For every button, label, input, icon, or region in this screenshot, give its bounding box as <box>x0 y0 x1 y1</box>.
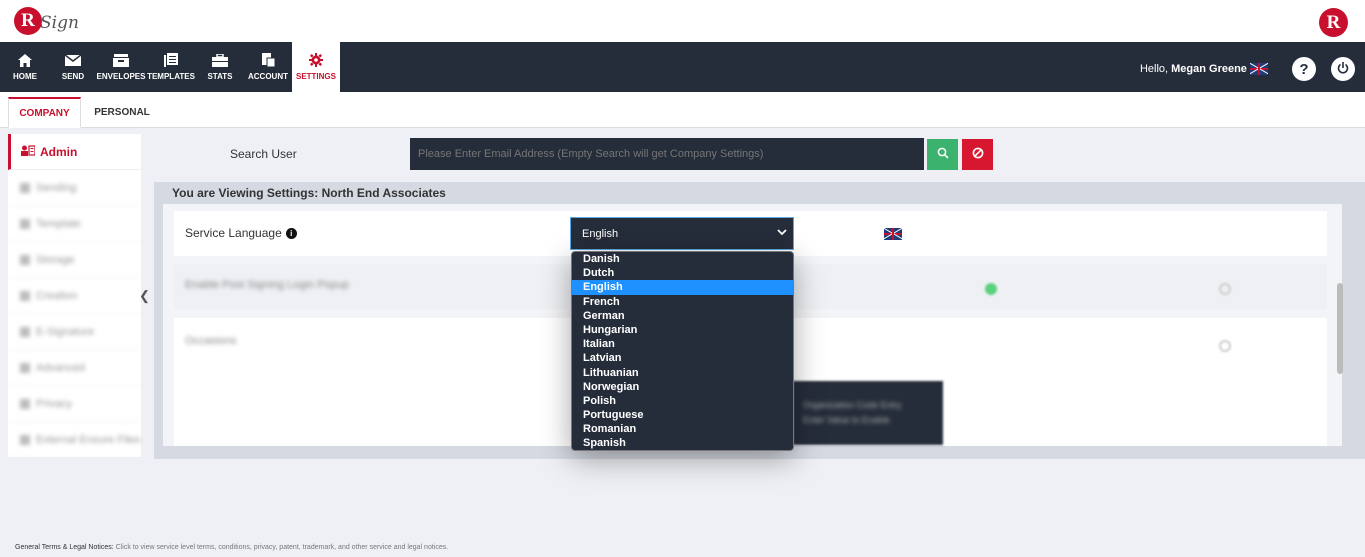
ban-icon <box>972 146 984 164</box>
language-option-lithuanian[interactable]: Lithuanian <box>572 366 793 380</box>
language-dropdown-list: Danish Dutch English French German Hunga… <box>571 251 794 451</box>
nav-send[interactable]: SEND <box>56 42 90 92</box>
power-button[interactable] <box>1331 57 1355 81</box>
language-option-danish[interactable]: Danish <box>572 252 793 266</box>
sidebar-item-storage[interactable]: Storage <box>8 242 141 278</box>
nav-home-label: HOME <box>13 72 37 81</box>
panel-scrollbar[interactable] <box>1337 283 1343 374</box>
nav-account-label: ACCOUNT <box>248 72 288 81</box>
blurred-dark-box-text: Enter Value to Enable <box>803 415 890 425</box>
search-user-label: Search User <box>230 147 297 161</box>
sidebar-item-external[interactable]: External Ensure Files <box>8 422 141 458</box>
nav-account[interactable]: ACCOUNT <box>247 42 289 92</box>
radio-off-icon[interactable] <box>1219 283 1231 295</box>
uk-flag-icon <box>884 228 902 240</box>
sidebar-item-label: Admin <box>40 144 78 159</box>
logo-letter: R <box>14 7 42 35</box>
hello-prefix: Hello, <box>1139 63 1169 75</box>
language-option-french[interactable]: French <box>572 295 793 309</box>
power-icon <box>1337 61 1349 78</box>
search-button[interactable] <box>927 139 958 170</box>
brand-logo-right: R <box>1319 8 1348 37</box>
language-option-polish[interactable]: Polish <box>572 394 793 408</box>
language-option-german[interactable]: German <box>572 309 793 323</box>
search-email-input[interactable] <box>410 138 924 170</box>
footer-heading: General Terms & Legal Notices: <box>15 544 114 551</box>
settings-tabbar: COMPANY PERSONAL <box>0 92 1365 128</box>
tab-company[interactable]: COMPANY <box>8 97 81 128</box>
admin-icon <box>21 144 36 159</box>
language-option-portuguese[interactable]: Portuguese <box>572 408 793 422</box>
service-language-select[interactable]: English <box>570 217 794 250</box>
blurred-setting-label: Occasions <box>185 335 237 347</box>
language-option-english[interactable]: English <box>572 280 793 295</box>
sidebar-item-creation[interactable]: Creation <box>8 278 141 314</box>
selected-language: English <box>582 227 619 240</box>
sidebar-item-sending[interactable]: Sending <box>8 170 141 206</box>
chevron-down-icon <box>777 228 787 239</box>
nav-send-label: SEND <box>61 72 85 81</box>
nav-settings-label: SETTINGS <box>295 72 336 81</box>
briefcase-icon <box>212 53 228 67</box>
tab-personal[interactable]: PERSONAL <box>86 97 158 128</box>
blurred-dark-box <box>793 381 943 445</box>
sidebar-item-esignature[interactable]: E-Signature <box>8 314 141 350</box>
help-button[interactable]: ? <box>1292 57 1316 81</box>
home-icon <box>17 53 33 67</box>
nav-stats-label: STATS <box>207 72 233 81</box>
templates-icon <box>163 53 179 67</box>
inbox-icon <box>113 53 129 67</box>
sidebar-item-advanced[interactable]: Advanced <box>8 350 141 386</box>
nav-stats[interactable]: STATS <box>204 42 236 92</box>
blurred-setting-label: Enable Post Signing Login Popup <box>185 279 349 291</box>
language-option-dutch[interactable]: Dutch <box>572 266 793 280</box>
language-option-romanian[interactable]: Romanian <box>572 422 793 436</box>
radio-off-icon[interactable] <box>1219 340 1231 352</box>
panel-title: You are Viewing Settings: North End Asso… <box>172 186 446 200</box>
info-icon[interactable]: i <box>285 228 297 239</box>
sidebar-item-admin[interactable]: Admin <box>8 134 141 170</box>
footer-text: Click to view service level terms, condi… <box>115 544 449 551</box>
gear-icon <box>308 53 324 67</box>
nav-home[interactable]: HOME <box>6 42 44 92</box>
legal-footer[interactable]: General Terms & Legal Notices: Click to … <box>15 544 448 551</box>
search-icon <box>937 146 949 164</box>
language-option-spanish[interactable]: Spanish <box>572 436 793 450</box>
nav-templates-label: TEMPLATES <box>147 72 195 81</box>
clear-search-button[interactable] <box>962 139 993 170</box>
nav-envelopes-label: ENVELOPES <box>96 72 146 81</box>
sidebar-item-template[interactable]: Template <box>8 206 141 242</box>
settings-sidebar: Admin Sending Template Storage Creation … <box>8 134 141 458</box>
radio-on-icon[interactable] <box>985 283 997 295</box>
nav-templates[interactable]: TEMPLATES <box>147 42 195 92</box>
sidebar-collapse-icon[interactable]: ❮ <box>139 288 150 304</box>
nav-envelopes[interactable]: ENVELOPES <box>97 42 145 92</box>
sidebar-item-privacy[interactable]: Privacy <box>8 386 141 422</box>
service-language-label: Service Language i <box>185 226 297 240</box>
uk-flag-icon <box>1250 63 1268 76</box>
user-name[interactable]: Megan Greene <box>1171 63 1247 75</box>
language-option-italian[interactable]: Italian <box>572 337 793 351</box>
blurred-dark-box-text: Organization Code Entry <box>803 400 902 410</box>
language-option-norwegian[interactable]: Norwegian <box>572 380 793 394</box>
language-option-hungarian[interactable]: Hungarian <box>572 323 793 337</box>
rsign-logo[interactable]: R Sign <box>14 7 79 35</box>
nav-settings[interactable]: SETTINGS <box>292 42 340 92</box>
logo-word: Sign <box>40 13 79 33</box>
user-greeting: Hello, Megan Greene <box>1139 63 1268 76</box>
account-icon <box>260 53 276 67</box>
envelope-icon <box>65 53 81 67</box>
language-option-latvian[interactable]: Latvian <box>572 351 793 365</box>
top-header: R Sign R <box>0 0 1365 42</box>
